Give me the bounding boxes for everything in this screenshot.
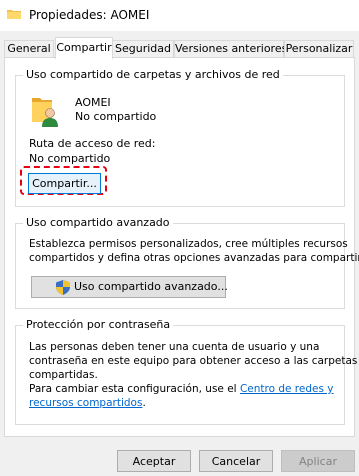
password-text-2: contraseña en este equipo para obtener a… xyxy=(29,355,358,367)
network-sharing-title: Uso compartido de carpetas y archivos de… xyxy=(23,68,283,81)
network-path-label: Ruta de acceso de red: xyxy=(29,137,156,150)
advanced-sharing-title: Uso compartido avanzado xyxy=(23,216,173,229)
password-text-4: Para cambiar esta configuración, use el … xyxy=(29,383,334,395)
title-bar: Propiedades: AOMEI xyxy=(0,0,359,31)
share-button[interactable]: Compartir... xyxy=(28,173,101,194)
accept-button[interactable]: Aceptar xyxy=(117,450,191,472)
tab-strip: General Compartir Seguridad Versiones an… xyxy=(4,37,357,59)
window-title: Propiedades: AOMEI xyxy=(29,8,150,22)
cancel-button[interactable]: Cancelar xyxy=(199,450,273,472)
folder-share-status: No compartido xyxy=(75,110,157,123)
password-protection-title: Protección por contraseña xyxy=(23,318,174,331)
tab-versiones-anteriores[interactable]: Versiones anteriores xyxy=(174,40,287,57)
advanced-sharing-button-label: Uso compartido avanzado... xyxy=(74,280,228,293)
password-text-4-prefix: Para cambiar esta configuración, use el xyxy=(29,383,240,395)
tab-seguridad[interactable]: Seguridad xyxy=(112,40,174,57)
tab-compartir[interactable]: Compartir xyxy=(55,37,113,59)
network-center-link-2[interactable]: recursos compartidos xyxy=(29,397,142,409)
advanced-sharing-button[interactable]: Uso compartido avanzado... xyxy=(31,276,228,298)
folder-name: AOMEI xyxy=(75,96,111,109)
apply-button[interactable]: Aplicar xyxy=(281,450,355,472)
password-text-5: recursos compartidos. xyxy=(29,397,146,409)
uac-shield-icon xyxy=(56,280,70,295)
tab-general[interactable]: General xyxy=(4,40,54,57)
tab-personalizar[interactable]: Personalizar xyxy=(284,40,354,57)
network-center-link-1[interactable]: Centro de redes y xyxy=(240,383,334,395)
shared-folder-user-icon xyxy=(32,98,58,127)
advanced-sharing-description-1: Establezca permisos personalizados, cree… xyxy=(29,238,348,250)
advanced-sharing-description-2: compartidos y defina otras opciones avan… xyxy=(29,252,359,264)
folder-icon xyxy=(7,10,21,19)
password-text-3: compartidas. xyxy=(29,369,98,381)
network-path-value: No compartido xyxy=(29,152,111,165)
password-text-1: Las personas deben tener una cuenta de u… xyxy=(29,341,320,353)
password-text-5-suffix: . xyxy=(142,397,146,409)
